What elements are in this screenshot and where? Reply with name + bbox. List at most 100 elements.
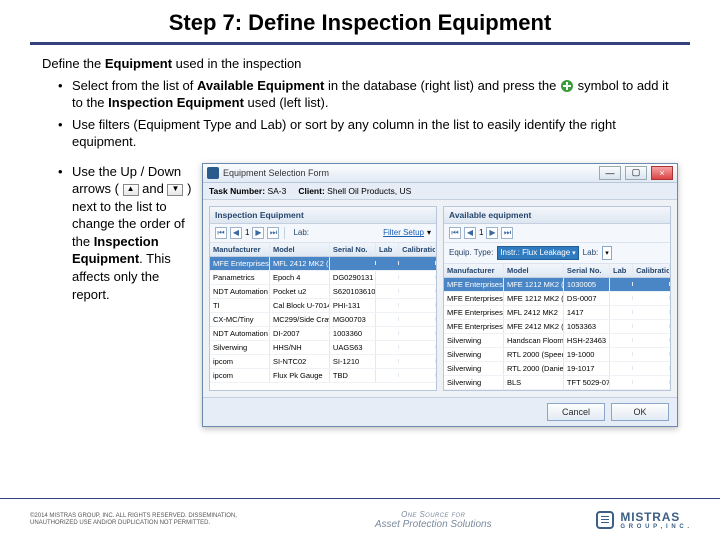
table-row[interactable]: SilverwingHandscan FloormapHSH-23463	[444, 334, 670, 348]
inspection-equipment-header: Inspection Equipment	[210, 207, 436, 224]
window-close-button[interactable]: ×	[651, 166, 673, 180]
table-row[interactable]: ipcomSI-NTC02SI-1210	[210, 355, 436, 369]
table-cell	[399, 303, 436, 307]
brand-name-sub: G R O U P , I N C .	[620, 524, 690, 530]
right-col-1[interactable]: Model	[504, 264, 564, 277]
table-cell	[399, 345, 436, 349]
table-cell	[633, 296, 670, 300]
bullet-1-c: in the database (right list) and press t…	[324, 78, 560, 93]
table-cell: ipcom	[210, 369, 270, 382]
left-nav-last[interactable]: ⏭	[267, 227, 279, 239]
right-col-4[interactable]: Calibration Status	[633, 264, 670, 277]
table-row[interactable]: MFE EnterprisesMFL 2412 MK2 (Monitor) 14…	[210, 257, 436, 271]
side-bullet-2: and	[139, 181, 168, 196]
table-cell: DG0290131	[330, 271, 376, 284]
right-nav-first[interactable]: ⏮	[449, 227, 461, 239]
table-cell: TFT 5029-0797	[564, 376, 610, 389]
slide-title: Step 7: Define Inspection Equipment	[0, 0, 720, 42]
table-cell: Silverwing	[210, 341, 270, 354]
right-col-2[interactable]: Serial No.	[564, 264, 610, 277]
right-col-0[interactable]: Manufacturer	[444, 264, 504, 277]
table-cell: MFE Enterprises	[444, 320, 504, 333]
table-row[interactable]: SilverwingBLSTFT 5029-0797	[444, 376, 670, 390]
left-grid: Manufacturer Model Serial No. Lab Calibr…	[210, 243, 436, 383]
left-col-2[interactable]: Serial No.	[330, 243, 376, 256]
table-cell: Pocket u2	[270, 285, 330, 298]
left-nav-next[interactable]: ▶	[252, 227, 264, 239]
table-cell	[633, 282, 670, 286]
table-cell: SI-NTC02	[270, 355, 330, 368]
table-cell	[376, 275, 399, 279]
window-title: Equipment Selection Form	[223, 168, 595, 178]
lab-dropdown[interactable]: ▾	[602, 246, 612, 260]
table-row[interactable]: TICal Block U-7014-300PHI-131	[210, 299, 436, 313]
table-cell	[610, 366, 633, 370]
table-row[interactable]: SilverwingRTL 2000 (Speedy)19-1000	[444, 348, 670, 362]
table-cell	[633, 366, 670, 370]
table-cell: S620103610	[330, 285, 376, 298]
task-label: Task Number:	[209, 186, 265, 196]
table-cell: 1030005	[564, 278, 610, 291]
window-app-icon	[207, 167, 219, 179]
table-cell: MC299/Side Crawler	[270, 313, 330, 326]
up-arrow-icon: ▲	[123, 184, 139, 196]
window-maximize-button[interactable]: ▢	[625, 166, 647, 180]
table-row[interactable]: NDT AutomationPocket u2S620103610	[210, 285, 436, 299]
left-col-1[interactable]: Model	[270, 243, 330, 256]
tagline: One Source for Asset Protection Solution…	[375, 510, 492, 530]
left-nav-prev[interactable]: ◀	[230, 227, 242, 239]
right-nav-prev[interactable]: ◀	[464, 227, 476, 239]
right-nav-next[interactable]: ▶	[486, 227, 498, 239]
table-row[interactable]: SilverwingHHS/NHUAGS63	[210, 341, 436, 355]
table-cell: 19-1000	[564, 348, 610, 361]
ok-button[interactable]: OK	[611, 403, 669, 421]
left-col-0[interactable]: Manufacturer	[210, 243, 270, 256]
table-row[interactable]: MFE EnterprisesMFE 1212 MK2 (Bridge a)10…	[444, 278, 670, 292]
brand-block: MISTRAS G R O U P , I N C .	[596, 510, 690, 530]
table-cell	[376, 373, 399, 377]
table-row[interactable]: CX-MC/TinyMC299/Side CrawlerMG00703	[210, 313, 436, 327]
table-cell: MFE 2412 MK2 (Monitor)	[504, 320, 564, 333]
filter-setup-link[interactable]: Filter Setup	[383, 228, 424, 237]
table-row[interactable]: NDT AutomationDI-20071003360	[210, 327, 436, 341]
table-row[interactable]: SilverwingRTL 2000 (Daniel Lab)19-1017	[444, 362, 670, 376]
right-filter-row: Equip. Type: Instr.: Flux Leakage ▾ Lab:…	[444, 243, 670, 264]
app-window: Equipment Selection Form — ▢ × Task Numb…	[202, 163, 678, 427]
table-cell: MFE Enterprises	[444, 306, 504, 319]
client-label: Client:	[298, 186, 324, 196]
table-cell	[610, 338, 633, 342]
window-minimize-button[interactable]: —	[599, 166, 621, 180]
table-cell: TBD	[330, 369, 376, 382]
side-bullet: Use the Up / Down arrows ( ▲ and ▼ ) nex…	[58, 163, 192, 303]
table-cell: MFL 2412 MK2 (Monitor) 1413	[270, 257, 330, 270]
right-nav-last[interactable]: ⏭	[501, 227, 513, 239]
table-row[interactable]: MFE EnterprisesMFE 1212 MK2 (Smoke)DS-00…	[444, 292, 670, 306]
equip-type-dropdown[interactable]: Instr.: Flux Leakage ▾	[497, 246, 578, 260]
side-bullet-block: Use the Up / Down arrows ( ▲ and ▼ ) nex…	[42, 163, 192, 427]
table-cell: 1417	[564, 306, 610, 319]
left-nav-first[interactable]: ⏮	[215, 227, 227, 239]
right-col-3[interactable]: Lab	[610, 264, 633, 277]
table-row[interactable]: MFE EnterprisesMFL 2412 MK21417	[444, 306, 670, 320]
table-row[interactable]: ipcomFlux Pk GaugeTBD	[210, 369, 436, 383]
table-cell: PHI-131	[330, 299, 376, 312]
table-cell: MFE Enterprises	[210, 257, 270, 270]
table-cell	[399, 289, 436, 293]
table-cell	[376, 345, 399, 349]
left-col-3[interactable]: Lab	[376, 243, 399, 256]
left-grid-header: Manufacturer Model Serial No. Lab Calibr…	[210, 243, 436, 257]
cancel-button[interactable]: Cancel	[547, 403, 605, 421]
table-cell: MFE 1212 MK2 (Smoke)	[504, 292, 564, 305]
table-cell: Panametrics	[210, 271, 270, 284]
table-row[interactable]: MFE EnterprisesMFE 2412 MK2 (Monitor)105…	[444, 320, 670, 334]
intro-text-1: Define the	[42, 56, 105, 71]
table-row[interactable]: PanametricsEpoch 4DG0290131	[210, 271, 436, 285]
table-cell: RTL 2000 (Daniel Lab)	[504, 362, 564, 375]
filter-chevron-icon[interactable]: ▾	[427, 228, 431, 237]
table-cell	[376, 289, 399, 293]
add-icon	[560, 79, 574, 93]
copyright-text: ©2014 MISTRAS GROUP, INC. ALL RIGHTS RES…	[30, 513, 270, 526]
left-col-4[interactable]: Calibration Status	[399, 243, 436, 256]
intro-text-2: used in the inspection	[172, 56, 301, 71]
table-cell: HSH-23463	[564, 334, 610, 347]
